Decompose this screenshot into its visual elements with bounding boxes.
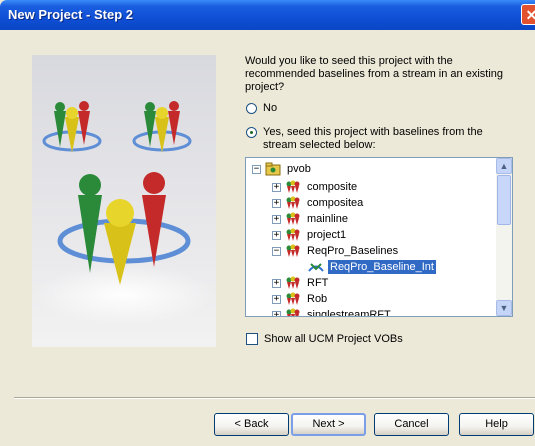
tree-node-label: Rob bbox=[307, 293, 328, 305]
expand-icon[interactable]: + bbox=[272, 198, 281, 208]
expand-icon[interactable]: + bbox=[272, 214, 281, 224]
show-all-vobs-checkbox[interactable] bbox=[246, 333, 258, 345]
close-button[interactable]: ✕ bbox=[521, 4, 535, 25]
tree-node[interactable]: + singlestreamRFT bbox=[272, 307, 393, 316]
tree-node-label: project1 bbox=[307, 229, 347, 241]
project-icon bbox=[286, 212, 300, 225]
people-figures-image bbox=[34, 101, 214, 325]
stream-tree[interactable]: − pvob + composite + compositea + mainli… bbox=[245, 157, 513, 317]
project-icon bbox=[286, 276, 300, 289]
radio-yes-row[interactable]: Yes, seed this project with baselines fr… bbox=[246, 126, 511, 152]
help-button[interactable]: Help bbox=[459, 413, 534, 436]
tree-node[interactable]: + project1 bbox=[272, 227, 348, 243]
radio-yes[interactable] bbox=[246, 127, 257, 138]
collapse-icon[interactable]: − bbox=[252, 164, 261, 174]
project-icon bbox=[286, 180, 300, 193]
tree-node-root[interactable]: − pvob bbox=[252, 161, 313, 177]
footer-divider bbox=[14, 397, 535, 399]
close-icon: ✕ bbox=[525, 7, 535, 23]
tree-node-label: pvob bbox=[287, 163, 311, 175]
cancel-button[interactable]: Cancel bbox=[374, 413, 449, 436]
tree-node[interactable]: + RFT bbox=[272, 275, 330, 291]
tree-node-label: compositea bbox=[307, 197, 364, 209]
tree-content: − pvob + composite + compositea + mainli… bbox=[246, 158, 496, 316]
project-icon bbox=[286, 228, 300, 241]
tree-node-label: ReqPro_Baselines bbox=[307, 245, 399, 257]
show-all-vobs-label: Show all UCM Project VOBs bbox=[264, 333, 403, 345]
radio-no-row[interactable]: No bbox=[246, 102, 277, 115]
stream-icon bbox=[308, 263, 324, 272]
tree-node-selected[interactable]: ReqPro_Baseline_Int bbox=[308, 259, 436, 275]
project-icon bbox=[286, 244, 300, 257]
tree-node[interactable]: + Rob bbox=[272, 291, 329, 307]
window-title: New Project - Step 2 bbox=[8, 7, 133, 22]
tree-node[interactable]: − ReqPro_Baselines bbox=[272, 243, 400, 259]
tree-node[interactable]: + mainline bbox=[272, 211, 350, 227]
radio-yes-label: Yes, seed this project with baselines fr… bbox=[263, 126, 483, 151]
radio-no[interactable] bbox=[246, 103, 257, 114]
tree-node-label: mainline bbox=[307, 213, 348, 225]
title-bar[interactable]: New Project - Step 2 ✕ bbox=[0, 0, 535, 30]
tree-node-label: ReqPro_Baseline_Int bbox=[328, 260, 436, 274]
expand-icon[interactable]: + bbox=[272, 278, 281, 288]
project-icon bbox=[286, 308, 300, 316]
collapse-icon[interactable]: − bbox=[272, 246, 281, 256]
vob-folder-icon bbox=[265, 162, 281, 176]
seed-question: Would you like to seed this project with… bbox=[245, 55, 504, 93]
project-icon bbox=[286, 196, 300, 209]
tree-node-label: singlestreamRFT bbox=[307, 309, 391, 316]
show-all-vobs-row[interactable]: Show all UCM Project VOBs bbox=[246, 333, 403, 345]
scroll-up-icon[interactable]: ▲ bbox=[496, 158, 512, 174]
wizard-illustration bbox=[32, 55, 216, 347]
expand-icon[interactable]: + bbox=[272, 182, 281, 192]
window-frame bbox=[0, 30, 14, 446]
radio-no-label: No bbox=[263, 102, 278, 114]
expand-icon[interactable]: + bbox=[272, 294, 281, 304]
scroll-down-icon[interactable]: ▼ bbox=[496, 300, 512, 316]
next-button[interactable]: Next > bbox=[291, 413, 366, 436]
project-icon bbox=[286, 292, 300, 305]
scroll-thumb[interactable] bbox=[497, 175, 511, 225]
expand-icon[interactable]: + bbox=[272, 230, 281, 240]
tree-node[interactable]: + compositea bbox=[272, 195, 365, 211]
back-button[interactable]: < Back bbox=[214, 413, 289, 436]
tree-node[interactable]: + composite bbox=[272, 179, 359, 195]
tree-node-label: RFT bbox=[307, 277, 329, 289]
tree-scrollbar[interactable]: ▲ ▼ bbox=[496, 158, 512, 316]
expand-icon[interactable]: + bbox=[272, 310, 281, 316]
tree-node-label: composite bbox=[307, 181, 358, 193]
